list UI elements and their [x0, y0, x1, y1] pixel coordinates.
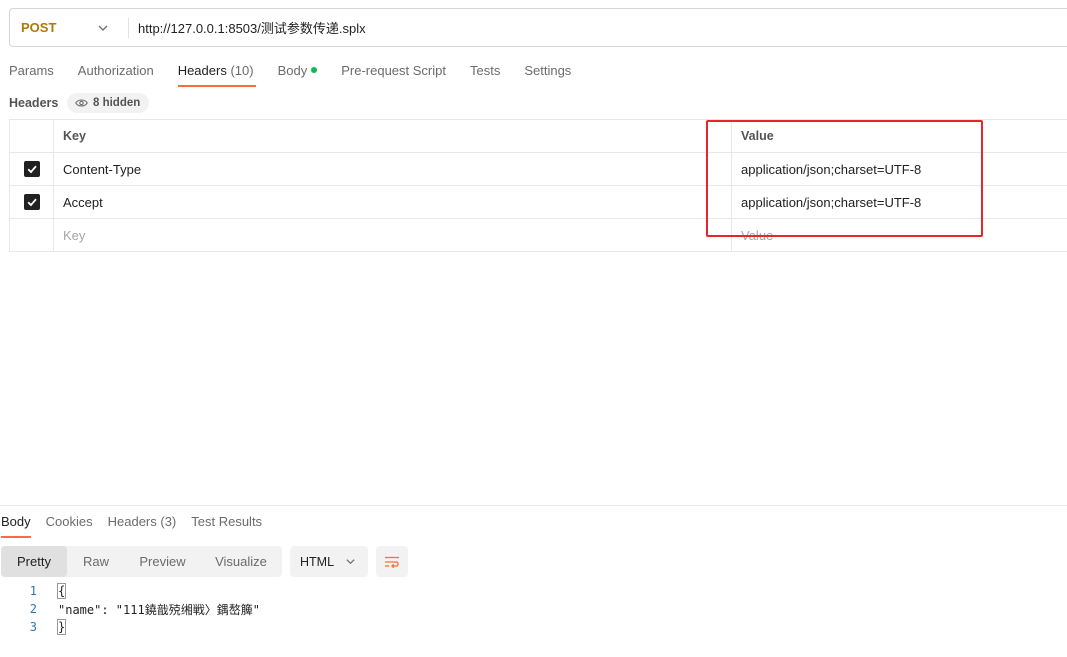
tab-label: Authorization	[77, 63, 154, 78]
method-select[interactable]: POST	[10, 9, 128, 46]
tab-authorization[interactable]: Authorization	[78, 56, 154, 88]
tab-label: Headers	[177, 63, 227, 78]
key-column-header: Key	[54, 120, 732, 152]
code-line: 1 {	[0, 582, 260, 600]
tab-label: Pre-request Script	[341, 63, 446, 78]
response-divider	[0, 505, 1067, 506]
url-bar: POST http://127.0.0.1:8503/测试参数传递.splx	[9, 8, 1067, 47]
line-number: 3	[29, 620, 37, 634]
view-pretty-button[interactable]: Pretty	[1, 546, 67, 577]
format-label: HTML	[300, 554, 335, 569]
tab-label: Tests	[469, 63, 501, 78]
eye-icon	[75, 99, 88, 107]
header-key-field[interactable]: Content-Type	[54, 153, 732, 185]
chevron-down-icon	[98, 25, 108, 31]
checkbox-column-header	[9, 120, 54, 152]
url-input[interactable]: http://127.0.0.1:8503/测试参数传递.splx	[129, 18, 366, 37]
response-tabs: Body Cookies Headers (3) Test Results	[1, 514, 277, 538]
tab-body[interactable]: Body	[278, 56, 318, 88]
hidden-count-label: 8 hidden	[93, 97, 141, 109]
tab-headers[interactable]: Headers (10)	[177, 56, 256, 88]
code-line: 3 }	[0, 618, 260, 636]
view-raw-button[interactable]: Raw	[67, 546, 125, 577]
chevron-down-icon	[346, 559, 355, 565]
row-checkbox-cell	[9, 153, 54, 185]
row-checkbox-cell	[9, 186, 54, 218]
row-checkbox-cell	[9, 219, 54, 251]
wrap-lines-button[interactable]	[376, 546, 408, 577]
tab-tests[interactable]: Tests	[470, 56, 500, 88]
tab-label: Body	[277, 63, 308, 78]
headers-title: Headers	[9, 96, 59, 110]
response-tab-headers[interactable]: Headers (3)	[108, 514, 177, 538]
code-line: 2 "name": "111鐃戠殑缃戦〉鍝嶅簲"	[0, 600, 260, 618]
annotation-highlight-box	[706, 120, 983, 237]
response-tab-test-results[interactable]: Test Results	[191, 514, 262, 538]
line-number: 2	[29, 602, 37, 616]
response-tab-cookies[interactable]: Cookies	[46, 514, 93, 538]
header-key-field[interactable]: Accept	[54, 186, 732, 218]
tab-label: Params	[9, 63, 54, 78]
code-text: }	[56, 619, 67, 635]
code-text: {	[56, 583, 67, 599]
row-checkbox[interactable]	[23, 194, 40, 210]
code-text: "name": "111鐃戠殑缃戦〉鍝嶅簲"	[58, 602, 260, 617]
row-checkbox[interactable]	[23, 161, 40, 177]
tab-label: Settings	[524, 63, 572, 78]
tab-count: (10)	[230, 63, 254, 78]
view-visualize-button[interactable]: Visualize	[200, 546, 282, 577]
checkmark-icon	[27, 198, 37, 207]
view-preview-button[interactable]: Preview	[125, 546, 200, 577]
wrap-lines-icon	[385, 556, 399, 568]
format-select[interactable]: HTML	[290, 546, 368, 577]
line-number: 1	[29, 584, 37, 598]
new-key-input[interactable]: Key	[54, 219, 732, 251]
response-tab-body[interactable]: Body	[1, 514, 31, 538]
tab-pre-request-script[interactable]: Pre-request Script	[341, 56, 446, 88]
method-label: POST	[21, 20, 57, 35]
tab-params[interactable]: Params	[9, 56, 54, 88]
view-mode-group: Pretty Raw Preview Visualize	[1, 546, 282, 577]
hidden-headers-toggle[interactable]: 8 hidden	[67, 93, 150, 113]
checkmark-icon	[27, 165, 37, 174]
request-tabs: Params Authorization Headers (10) Body P…	[9, 56, 595, 88]
tab-settings[interactable]: Settings	[524, 56, 571, 88]
body-indicator-dot	[311, 67, 318, 73]
response-code-view: 1 { 2 "name": "111鐃戠殑缃戦〉鍝嶅簲" 3 }	[0, 582, 260, 636]
